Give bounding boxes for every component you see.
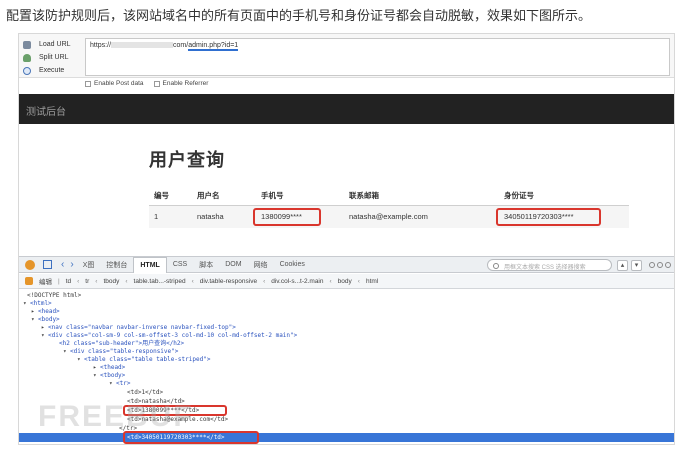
browser-screenshot: Load URL Split URL Execute https:// com/a… <box>18 33 675 445</box>
minimize-icon[interactable] <box>649 262 655 268</box>
search-placeholder: 用框文本搜索 CSS 选择器搜索 <box>504 265 586 271</box>
tab-css[interactable]: CSS <box>167 261 193 268</box>
crumb-html[interactable]: html <box>366 278 378 285</box>
search-prev-button[interactable]: ▴ <box>617 260 628 271</box>
hackbar-options: Enable Post data Enable Referrer <box>85 80 208 87</box>
enable-post-data-label: Enable Post data <box>94 80 144 87</box>
tab-dom[interactable]: DOM <box>219 261 247 268</box>
enable-referrer-option[interactable]: Enable Referrer <box>153 80 209 87</box>
edit-icon[interactable] <box>25 277 33 285</box>
split-url-icon <box>23 53 31 62</box>
url-redacted <box>111 42 174 49</box>
inspect-element-icon[interactable] <box>43 260 52 269</box>
enable-post-data-option[interactable]: Enable Post data <box>85 80 144 87</box>
table-row: 1 natasha 1380099**** natasha@example.co… <box>149 206 629 228</box>
site-navbar: 测试后台 <box>19 94 674 124</box>
tab-console[interactable]: 控制台 <box>100 260 133 270</box>
load-url-icon <box>23 40 31 49</box>
column-header-username: 用户名 <box>197 191 220 200</box>
devtools-search-input[interactable]: 用框文本搜索 CSS 选择器搜索 <box>487 259 612 271</box>
load-url-button[interactable]: Load URL <box>23 38 85 51</box>
devtools-toolbar: ‹ › X图 控制台 HTML CSS 脚本 DOM 网络 Cookies 用框… <box>19 256 674 273</box>
execute-button[interactable]: Execute <box>23 64 85 77</box>
cell-username: natasha <box>197 212 224 221</box>
tab-html[interactable]: HTML <box>133 256 167 273</box>
dom-node[interactable]: ▾ <tr> <box>109 379 130 388</box>
column-header-idcard: 身份证号 <box>504 191 534 200</box>
hackbar: Load URL Split URL Execute https:// com/a… <box>19 34 674 78</box>
table-header: 编号 用户名 手机号 联系邮箱 身份证号 <box>149 184 629 206</box>
article-caption: 配置该防护规则后，该网站域名中的所有页面中的手机号和身份证号都会自动脱敏，效果如… <box>6 8 592 23</box>
crumb-table-responsive[interactable]: div.table-responsive <box>200 278 257 285</box>
dom-node[interactable]: <td>1</td> <box>127 388 163 397</box>
execute-label: Execute <box>39 67 65 74</box>
enable-post-data-checkbox[interactable] <box>85 80 91 87</box>
tab-network[interactable]: 网络 <box>248 260 274 270</box>
crumb-td[interactable]: td <box>66 278 71 285</box>
hackbar-actions: Load URL Split URL Execute <box>23 38 85 77</box>
enable-referrer-label: Enable Referrer <box>162 80 209 87</box>
page-title: 用户查询 <box>149 150 225 170</box>
split-url-label: Split URL <box>39 54 69 61</box>
url-textarea[interactable]: https:// com/admin.php?id=1 <box>85 38 670 76</box>
user-table: 编号 用户名 手机号 联系邮箱 身份证号 1 natasha 1380099**… <box>149 184 629 228</box>
phone-highlight-box <box>253 208 321 226</box>
forward-arrow-icon[interactable]: › <box>70 259 73 270</box>
watermark: FREEBUF <box>38 400 194 433</box>
url-highlighted-path: admin.php?id=1 <box>188 42 239 51</box>
column-header-phone: 手机号 <box>261 191 284 200</box>
tab-script[interactable]: 脚本 <box>193 260 219 270</box>
search-next-button[interactable]: ▾ <box>631 260 642 271</box>
site-brand[interactable]: 测试后台 <box>26 103 66 118</box>
execute-icon <box>23 66 31 75</box>
crumb-main[interactable]: div.col-s...t-2.main <box>271 278 323 285</box>
column-header-email: 联系邮箱 <box>349 191 379 200</box>
idcard-highlight-box <box>496 208 601 226</box>
detach-icon[interactable] <box>657 262 663 268</box>
cell-email: natasha@example.com <box>349 212 428 221</box>
crumb-tr[interactable]: tr <box>85 278 89 285</box>
close-icon[interactable] <box>665 262 671 268</box>
cell-id: 1 <box>154 212 159 221</box>
url-prefix: https:// <box>90 42 112 49</box>
url-domain-suffix: com/ <box>173 42 189 49</box>
tab-layout[interactable]: X图 <box>77 260 101 270</box>
enable-referrer-checkbox[interactable] <box>153 80 160 87</box>
crumb-table[interactable]: table.tab...-striped <box>134 278 186 285</box>
column-header-id: 编号 <box>154 191 169 200</box>
selected-node-highlight <box>19 433 674 442</box>
dom-breadcrumb: 编辑 | td ‹ tr ‹ tbody ‹ table.tab...-stri… <box>19 274 674 289</box>
firebug-icon[interactable] <box>25 259 35 270</box>
edit-button[interactable]: 编辑 <box>39 276 52 286</box>
search-icon <box>493 263 499 269</box>
crumb-body[interactable]: body <box>338 278 352 285</box>
crumb-tbody[interactable]: tbody <box>103 278 119 285</box>
split-url-button[interactable]: Split URL <box>23 51 85 64</box>
load-url-label: Load URL <box>39 41 71 48</box>
back-arrow-icon[interactable]: ‹ <box>61 259 64 270</box>
tab-cookies[interactable]: Cookies <box>274 261 311 268</box>
window-controls <box>649 262 671 268</box>
